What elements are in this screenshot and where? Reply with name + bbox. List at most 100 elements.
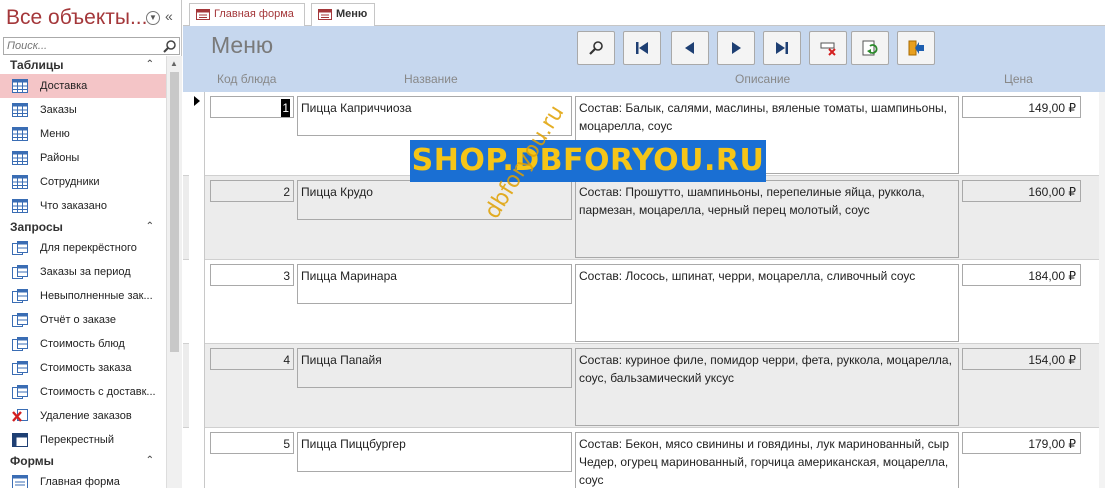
watermark-banner: SHOP.DBFORYOU.RU bbox=[410, 140, 766, 182]
nav-group-header[interactable]: Запросы ⌃ bbox=[0, 218, 166, 236]
record-selector[interactable] bbox=[189, 176, 205, 260]
field-price[interactable]: 184,00 ₽ bbox=[962, 264, 1081, 286]
tab-menu[interactable]: Меню bbox=[311, 3, 375, 27]
find-button[interactable] bbox=[577, 31, 615, 65]
nav-item[interactable]: Районы bbox=[0, 146, 166, 170]
nav-item-label: Что заказано bbox=[40, 200, 107, 212]
nav-group-label: Формы bbox=[10, 454, 54, 468]
query-icon bbox=[12, 361, 28, 375]
nav-item-label: Меню bbox=[40, 128, 70, 140]
field-price[interactable]: 149,00 ₽ bbox=[962, 96, 1081, 118]
nav-title[interactable]: Все объекты... bbox=[6, 6, 147, 30]
record-selector[interactable] bbox=[189, 344, 205, 428]
tab-label: Главная форма bbox=[214, 8, 294, 20]
next-record-button[interactable] bbox=[717, 31, 755, 65]
delete-query-icon bbox=[12, 409, 28, 422]
nav-item[interactable]: Главная форма bbox=[0, 470, 166, 488]
field-code-value: 1 bbox=[281, 99, 290, 117]
chevron-up-icon[interactable]: ⌃ bbox=[146, 56, 154, 74]
nav-item[interactable]: Доставка bbox=[0, 74, 166, 98]
chevron-up-icon[interactable]: ⌃ bbox=[146, 452, 154, 470]
field-name[interactable]: Пицца Крудо bbox=[297, 180, 572, 220]
field-code[interactable]: 3 bbox=[210, 264, 294, 286]
nav-item[interactable]: Заказы за период bbox=[0, 260, 166, 284]
record-row: 3 Пицца Маринара Состав: Лосось, шпинат, ч… bbox=[183, 260, 1105, 344]
form-icon bbox=[12, 475, 28, 488]
previous-record-icon bbox=[685, 42, 694, 54]
close-form-button[interactable] bbox=[897, 31, 935, 65]
tab-main-form[interactable]: Главная форма bbox=[189, 3, 305, 26]
field-code[interactable]: 4 bbox=[210, 348, 294, 370]
delete-record-button[interactable] bbox=[809, 31, 847, 65]
nav-group-label: Запросы bbox=[10, 220, 63, 234]
query-icon bbox=[12, 241, 28, 255]
nav-item-label: Доставка bbox=[40, 80, 88, 92]
refresh-button[interactable] bbox=[851, 31, 889, 65]
collapse-icon[interactable]: « bbox=[165, 8, 173, 24]
table-icon bbox=[12, 151, 28, 165]
nav-item[interactable]: Перекрестный bbox=[0, 428, 166, 452]
field-code[interactable]: 5 bbox=[210, 432, 294, 454]
nav-header: Все объекты... ▼ « bbox=[0, 0, 182, 36]
record-selector[interactable] bbox=[189, 428, 205, 488]
nav-group-header[interactable]: Формы ⌃ bbox=[0, 452, 166, 470]
menu-form: Меню Код блюда Название Описание Цена 1 … bbox=[183, 26, 1105, 488]
field-price[interactable]: 154,00 ₽ bbox=[962, 348, 1081, 370]
scroll-thumb[interactable] bbox=[170, 72, 179, 352]
previous-record-button[interactable] bbox=[671, 31, 709, 65]
field-price[interactable]: 179,00 ₽ bbox=[962, 432, 1081, 454]
query-icon bbox=[12, 337, 28, 351]
scroll-up-icon[interactable]: ▲ bbox=[170, 59, 178, 68]
last-record-button[interactable] bbox=[763, 31, 801, 65]
search-input[interactable] bbox=[4, 38, 154, 54]
nav-item-label: Перекрестный bbox=[40, 434, 114, 446]
form-scrollbar[interactable] bbox=[1099, 92, 1105, 488]
nav-item[interactable]: Стоимость блюд bbox=[0, 332, 166, 356]
nav-item[interactable]: Удаление заказов bbox=[0, 404, 166, 428]
nav-item[interactable]: Стоимость заказа bbox=[0, 356, 166, 380]
query-icon bbox=[12, 313, 28, 327]
nav-item[interactable]: Меню bbox=[0, 122, 166, 146]
record-row: 5 Пицца Пиццбургер Состав: Бекон, мясо сви… bbox=[183, 428, 1105, 488]
field-description[interactable]: Состав: Лосось, шпинат, черри, моцарелла… bbox=[575, 264, 959, 342]
field-name[interactable]: Пицца Пиццбургер bbox=[297, 432, 572, 472]
field-price[interactable]: 160,00 ₽ bbox=[962, 180, 1081, 202]
nav-item[interactable]: Невыполненные зак... bbox=[0, 284, 166, 308]
delete-record-icon bbox=[820, 42, 836, 56]
nav-item[interactable]: Для перекрёстного bbox=[0, 236, 166, 260]
column-header-code: Код блюда bbox=[217, 72, 277, 86]
nav-object-list: Таблицы ⌃ Доставка Заказы Меню Районы Сотрудни… bbox=[0, 56, 166, 488]
field-description[interactable]: Состав: куриное филе, помидор черри, фет… bbox=[575, 348, 959, 426]
document-tabs: Главная форма Меню bbox=[183, 0, 1105, 27]
navigation-pane: Все объекты... ▼ « Таблицы ⌃ Доставка Заказ… bbox=[0, 0, 182, 488]
field-code[interactable]: 2 bbox=[210, 180, 294, 202]
nav-group-header[interactable]: Таблицы ⌃ bbox=[0, 56, 166, 74]
field-code[interactable]: 1 bbox=[210, 96, 294, 118]
nav-item[interactable]: Отчёт о заказе bbox=[0, 308, 166, 332]
nav-item[interactable]: Сотрудники bbox=[0, 170, 166, 194]
nav-item[interactable]: Стоимость с доставк... bbox=[0, 380, 166, 404]
nav-scrollbar[interactable]: ▲ bbox=[166, 56, 182, 488]
search-icon[interactable] bbox=[163, 39, 177, 53]
field-description[interactable]: Состав: Прошутто, шампиньоны, перепелины… bbox=[575, 180, 959, 258]
field-code-value: 2 bbox=[283, 185, 290, 199]
record-row: 2 Пицца Крудо Состав: Прошутто, шампиньоны… bbox=[183, 176, 1105, 260]
nav-item[interactable]: Заказы bbox=[0, 98, 166, 122]
query-icon bbox=[12, 265, 28, 279]
nav-item[interactable]: Что заказано bbox=[0, 194, 166, 218]
chevron-up-icon[interactable]: ⌃ bbox=[146, 218, 154, 236]
query-icon bbox=[12, 289, 28, 303]
refresh-icon bbox=[862, 40, 878, 56]
table-icon bbox=[12, 127, 28, 141]
current-record-icon bbox=[194, 96, 200, 106]
query-icon bbox=[12, 385, 28, 399]
first-record-button[interactable] bbox=[623, 31, 661, 65]
nav-item-label: Невыполненные зак... bbox=[40, 290, 153, 302]
chevron-down-icon[interactable]: ▼ bbox=[146, 11, 160, 25]
record-selector[interactable] bbox=[189, 92, 205, 176]
field-name[interactable]: Пицца Папайя bbox=[297, 348, 572, 388]
field-name[interactable]: Пицца Маринара bbox=[297, 264, 572, 304]
nav-group-label: Таблицы bbox=[10, 58, 64, 72]
field-description[interactable]: Состав: Бекон, мясо свинины и говядины, … bbox=[575, 432, 959, 488]
record-selector[interactable] bbox=[189, 260, 205, 344]
